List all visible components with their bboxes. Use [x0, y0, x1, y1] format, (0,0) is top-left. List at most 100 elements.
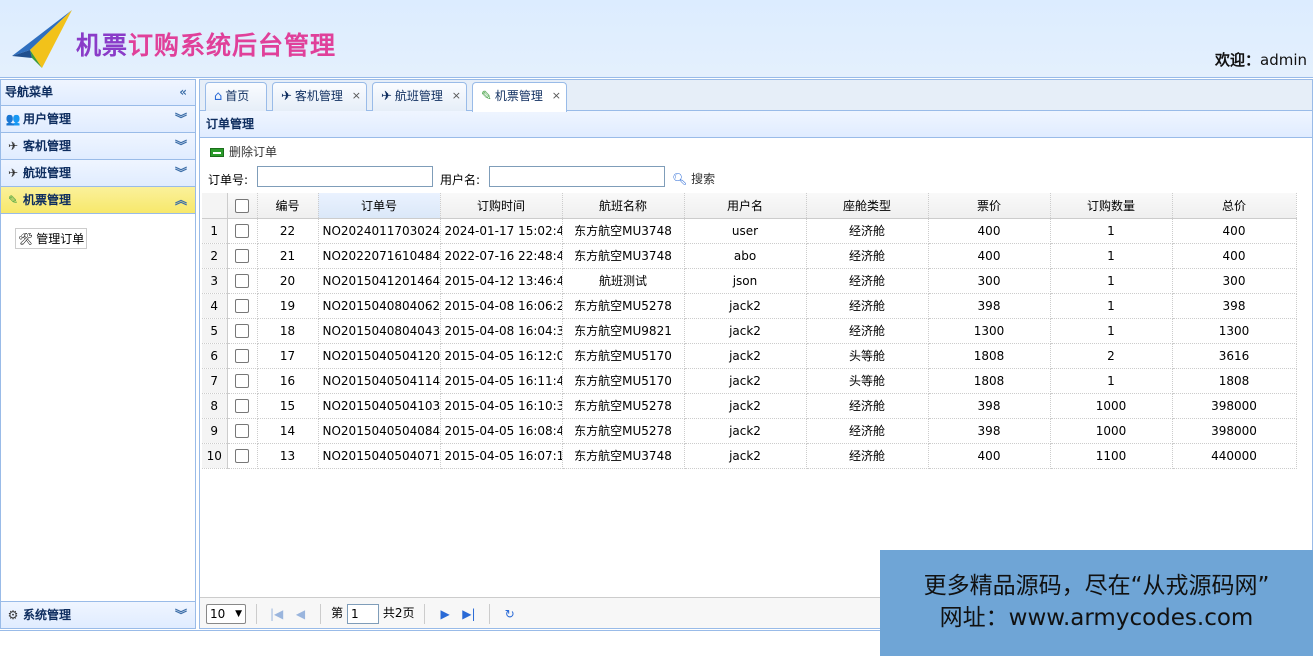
column-header[interactable]: 用户名 [684, 193, 807, 219]
table-cell: 东方航空MU3748 [562, 218, 685, 244]
sidebar-section-tickets[interactable]: ✎ 机票管理 ︽ [1, 187, 195, 214]
sidebar-section-label: 客机管理 [23, 139, 72, 153]
table-cell: 1 [1050, 268, 1173, 294]
collapse-sidebar-icon[interactable]: « [179, 80, 187, 105]
column-header[interactable]: 编号 [257, 193, 319, 219]
sidebar-section-flights[interactable]: ✈ 航班管理 ︾ [1, 160, 195, 187]
tab-label: 首页 [225, 89, 250, 103]
close-icon[interactable]: × [352, 83, 361, 109]
page-number-input[interactable]: 1 [346, 603, 379, 624]
table-row[interactable]: 5 18 NO20150408040431 2015-04-08 16:04:31 东方… [202, 318, 1297, 344]
chevron-down-icon[interactable]: ︾ [175, 602, 187, 628]
last-page-icon[interactable]: ▶| [459, 599, 479, 629]
table-cell: 2015-04-05 16:08:49 [440, 418, 563, 444]
table-cell: 头等舱 [806, 343, 929, 369]
tab-label: 航班管理 [394, 89, 443, 103]
column-header[interactable]: 票价 [928, 193, 1051, 219]
row-checkbox[interactable] [235, 448, 249, 463]
table-cell: NO20150412014648 [318, 268, 441, 294]
table-row[interactable]: 3 20 NO20150412014648 2015-04-12 13:46:48 航班… [202, 268, 1297, 294]
table-row[interactable]: 4 19 NO20150408040623 2015-04-08 16:06:23 东方… [202, 293, 1297, 319]
table-cell: 1000 [1050, 393, 1173, 419]
username-input[interactable] [489, 166, 665, 187]
table-cell: NO20220716104844 [318, 243, 441, 269]
table-cell: abo [684, 243, 807, 269]
close-icon[interactable]: × [552, 83, 561, 109]
page-size-select[interactable]: 10 ▼ [206, 603, 246, 624]
table-cell: 东方航空MU5278 [562, 393, 685, 419]
column-header[interactable]: 订购数量 [1050, 193, 1173, 219]
sidebar-section-users[interactable]: 👥 用户管理 ︾ [1, 106, 195, 133]
row-number: 8 [202, 393, 228, 419]
chevron-down-icon: ▼ [235, 608, 242, 619]
table-cell: 航班测试 [562, 268, 685, 294]
table-row[interactable]: 9 14 NO20150405040849 2015-04-05 16:08:49 东方… [202, 418, 1297, 444]
table-cell: 400 [928, 218, 1051, 244]
table-row[interactable]: 8 15 NO20150405041031 2015-04-05 16:10:31 东方… [202, 393, 1297, 419]
tab-flights[interactable]: ✈ 航班管理 × [372, 82, 467, 111]
table-row[interactable]: 2 21 NO20220716104844 2022-07-16 22:48:44 东方… [202, 243, 1297, 269]
column-header[interactable]: 订单号 [318, 193, 441, 219]
row-checkbox[interactable] [235, 348, 249, 363]
select-all-checkbox[interactable] [235, 198, 249, 213]
row-checkbox[interactable] [235, 298, 249, 313]
delete-order-button[interactable]: 删除订单 [210, 138, 277, 166]
first-page-icon[interactable]: |◀ [267, 599, 287, 629]
next-page-icon[interactable]: ▶ [435, 599, 455, 629]
row-checkbox[interactable] [235, 398, 249, 413]
sidebar-section-aircraft[interactable]: ✈ 客机管理 ︾ [1, 133, 195, 160]
table-cell: 经济舱 [806, 268, 929, 294]
table-row[interactable]: 10 13 NO20150405040712 2015-04-05 16:07:12 东… [202, 443, 1297, 469]
prev-page-icon[interactable]: ◀ [290, 599, 310, 629]
row-number: 10 [202, 443, 228, 469]
tab-tickets[interactable]: ✎ 机票管理 × [472, 82, 567, 112]
table-cell: 17 [257, 343, 319, 369]
table-row[interactable]: 1 22 NO20240117030243 2024-01-17 15:02:44 东方… [202, 218, 1297, 244]
row-checkbox[interactable] [235, 423, 249, 438]
column-header[interactable]: 订购时间 [440, 193, 563, 219]
sidebar: 导航菜单 « 👥 用户管理 ︾ ✈ 客机管理 ︾ ✈ 航班管理 ︾ ✎ 机票管理 ︽ 🛠… [0, 79, 196, 629]
column-header[interactable]: 航班名称 [562, 193, 685, 219]
table-cell: 东方航空MU5170 [562, 368, 685, 394]
page-total: 共2页 [382, 606, 415, 620]
row-checkbox[interactable] [235, 273, 249, 288]
close-icon[interactable]: × [452, 83, 461, 109]
chevron-up-icon[interactable]: ︽ [175, 187, 187, 213]
table-cell: 2022-07-16 22:48:44 [440, 243, 563, 269]
search-row: 订单号: 用户名: 🔍︎ 搜索 [200, 166, 1312, 192]
row-number: 9 [202, 418, 228, 444]
tab-home[interactable]: ⌂ 首页 [205, 82, 267, 111]
table-cell: 经济舱 [806, 318, 929, 344]
manage-orders-link[interactable]: 🛠 管理订单 [15, 228, 88, 249]
column-header[interactable]: 总价 [1172, 193, 1297, 219]
chevron-down-icon[interactable]: ︾ [175, 106, 187, 132]
table-cell: 东方航空MU5170 [562, 343, 685, 369]
row-checkbox[interactable] [235, 373, 249, 388]
table-cell: 398 [1172, 293, 1297, 319]
chevron-down-icon[interactable]: ︾ [175, 133, 187, 159]
refresh-icon[interactable]: ↻ [500, 599, 520, 629]
separator [320, 603, 322, 624]
row-checkbox[interactable] [235, 323, 249, 338]
column-header[interactable]: 座舱类型 [806, 193, 929, 219]
search-button[interactable]: 🔍︎ 搜索 [672, 167, 715, 191]
table-cell: 经济舱 [806, 243, 929, 269]
table-cell: 1808 [928, 368, 1051, 394]
table-cell: 2 [1050, 343, 1173, 369]
app-title: 机票订购系统后台管理 [76, 31, 337, 60]
welcome-text: 欢迎：admin [1214, 51, 1307, 69]
row-select-cell [227, 368, 258, 394]
chevron-down-icon[interactable]: ︾ [175, 160, 187, 186]
table-cell: 东方航空MU9821 [562, 318, 685, 344]
table-cell: NO20150405040712 [318, 443, 441, 469]
row-select-cell [227, 218, 258, 244]
table-row[interactable]: 6 17 NO20150405041207 2015-04-05 16:12:07 东方… [202, 343, 1297, 369]
sidebar-section-system[interactable]: ⚙ 系统管理 ︾ [1, 601, 195, 628]
table-row[interactable]: 7 16 NO20150405041145 2015-04-05 16:11:45 东方… [202, 368, 1297, 394]
airplane-icon: ✈ [281, 89, 292, 104]
row-checkbox[interactable] [235, 223, 249, 238]
table-cell: 1300 [928, 318, 1051, 344]
tab-aircraft[interactable]: ✈ 客机管理 × [272, 82, 367, 111]
row-checkbox[interactable] [235, 248, 249, 263]
order-no-input[interactable] [257, 166, 433, 187]
